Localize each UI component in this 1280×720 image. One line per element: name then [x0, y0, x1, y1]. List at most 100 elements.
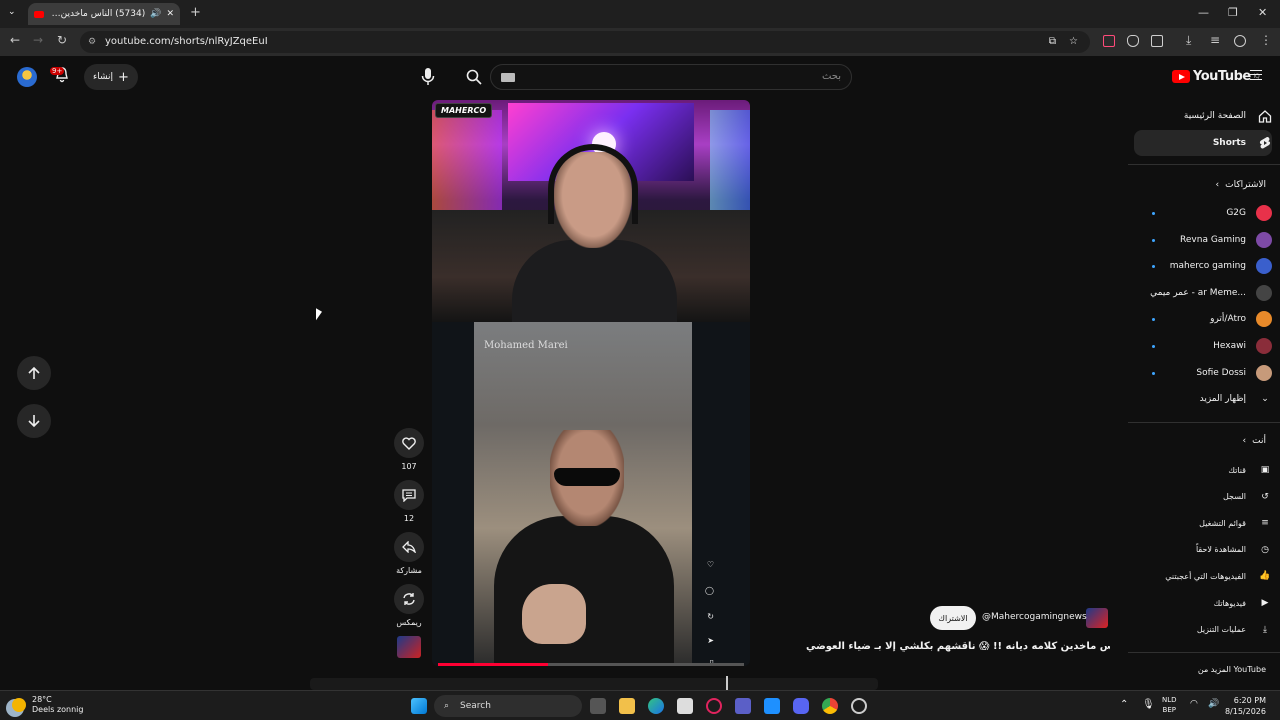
- url-field[interactable]: ⚙ youtube.com/shorts/nlRyJZqeEuI ⧉ ☆: [80, 31, 1090, 53]
- windows-taskbar: 28°C Deels zonnig ⌕ Search ⌃ 🎙 NLD BEP ◠…: [0, 690, 1280, 720]
- embedded-remix-icon: ↻: [707, 612, 714, 621]
- discord-icon[interactable]: [793, 698, 809, 714]
- weather-widget[interactable]: 28°C Deels zonnig: [12, 695, 83, 715]
- channel-label: عمر ميمي - ar Meme...: [1150, 287, 1246, 298]
- share-button[interactable]: مشاركة: [394, 532, 424, 575]
- like-button[interactable]: 107: [394, 428, 424, 471]
- install-icon[interactable]: ⧉: [1049, 31, 1056, 53]
- sidebar-channel-item[interactable]: Revna Gaming: [1134, 229, 1272, 251]
- reload-icon[interactable]: ↻: [57, 33, 67, 47]
- you-header[interactable]: ‹ أنت: [1243, 436, 1266, 446]
- sidebar-you-item[interactable]: قناتك ▣: [1134, 457, 1272, 483]
- next-short-button[interactable]: [17, 404, 51, 438]
- search-button[interactable]: [458, 64, 490, 90]
- sidebar-you-item[interactable]: عمليات التنزيل ⤓: [1134, 617, 1272, 643]
- channel-logo-overlay: MAHERCO: [435, 103, 493, 118]
- edge-icon[interactable]: [648, 698, 664, 714]
- sunglasses: [554, 468, 620, 486]
- sidebar-you-item[interactable]: فيديوهاتك ▶: [1134, 590, 1272, 616]
- windows-start-icon[interactable]: [411, 698, 427, 714]
- wifi-icon[interactable]: ◠: [1190, 699, 1198, 709]
- taskbar-search[interactable]: ⌕ Search: [434, 695, 582, 717]
- app-icon[interactable]: [735, 698, 751, 714]
- more-from-label: المزيد من YouTube: [1197, 665, 1266, 674]
- sidebar-item-home[interactable]: الصفحة الرئيسية: [1134, 103, 1272, 129]
- back-icon[interactable]: ←: [10, 33, 20, 47]
- task-view-icon[interactable]: [590, 698, 606, 714]
- remix-button[interactable]: ريمكس: [394, 584, 424, 627]
- share-icon: [402, 541, 416, 553]
- sidebar-you-item[interactable]: قوائم التشغيل ≡: [1134, 510, 1272, 536]
- forward-icon[interactable]: →: [33, 33, 43, 47]
- sidebar-you-item[interactable]: السجل ↺: [1134, 484, 1272, 510]
- media-icon[interactable]: ≡: [1210, 33, 1220, 47]
- youtube-play-icon: [1172, 70, 1190, 83]
- keyboard-icon[interactable]: [501, 73, 515, 82]
- sidebar-channel-item[interactable]: عمر ميمي - ar Meme...: [1134, 282, 1272, 304]
- language-indicator[interactable]: NLD BEP: [1162, 695, 1177, 715]
- clock[interactable]: 6:20 PM 8/15/2026: [1225, 695, 1266, 717]
- shorts-video-player[interactable]: MAHERCO Mohamed Marei ♡ ◯ ↻ ➤ ▯: [432, 100, 750, 666]
- subscribe-button[interactable]: الاشتراك: [930, 606, 976, 630]
- opera-icon[interactable]: [706, 698, 722, 714]
- store-icon[interactable]: [677, 698, 693, 714]
- app-icon[interactable]: [851, 698, 867, 714]
- video-title[interactable]: الناس ماخدين كلامه ديانه !! 😱 ناقشهم بكل…: [806, 641, 1110, 652]
- sidebar-you-item[interactable]: المشاهدة لاحقاً ◷: [1134, 537, 1272, 563]
- sidebar-item-label: قوائم التشغيل: [1199, 518, 1246, 528]
- new-tab-button[interactable]: +: [190, 5, 201, 20]
- file-explorer-icon[interactable]: [619, 698, 635, 714]
- browser-tab[interactable]: (5734) الناس ماخدين كلامه د 🔊 ✕: [28, 3, 180, 25]
- app-grid-icon[interactable]: [764, 698, 780, 714]
- sidebar-item-shorts[interactable]: Shorts: [1134, 130, 1272, 156]
- restore-button[interactable]: ❐: [1228, 6, 1238, 19]
- tab-search-icon[interactable]: ⌄: [8, 7, 16, 17]
- youtube-favicon-icon: [34, 10, 44, 18]
- comments-button[interactable]: 12: [394, 480, 424, 523]
- search-input[interactable]: بحث: [490, 64, 852, 90]
- tray-mic-icon[interactable]: 🎙: [1142, 699, 1155, 710]
- channel-label: Revna Gaming: [1180, 234, 1246, 245]
- voice-search-icon[interactable]: [420, 66, 436, 88]
- chrome-menu-icon[interactable]: ⋮: [1260, 33, 1272, 47]
- hamburger-menu-icon[interactable]: [1250, 70, 1262, 80]
- site-info-icon[interactable]: ⚙: [88, 31, 96, 53]
- profile-icon[interactable]: [1234, 35, 1246, 47]
- chevron-left-icon: ‹: [1215, 180, 1220, 190]
- bookmark-star-icon[interactable]: ☆: [1069, 31, 1078, 53]
- audio-icon[interactable]: 🔊: [150, 9, 161, 19]
- subscriptions-header[interactable]: ‹ الاشتراكات: [1216, 180, 1266, 190]
- extension-icon[interactable]: [1103, 35, 1115, 47]
- channel-avatar[interactable]: [1086, 608, 1108, 628]
- show-more-button[interactable]: إظهار المزيد ⌄: [1134, 386, 1272, 412]
- embedded-like-icon: ♡: [706, 560, 714, 569]
- embedded-comment-icon: ◯: [705, 586, 714, 595]
- account-avatar[interactable]: [17, 67, 37, 87]
- volume-icon[interactable]: 🔊: [1208, 699, 1219, 709]
- sidebar-channel-item[interactable]: Hexawi: [1134, 335, 1272, 357]
- sidebar-channel-item[interactable]: أترو/Atro: [1134, 308, 1272, 330]
- streamer-body: [512, 240, 677, 330]
- youtube-logo[interactable]: YouTube IQ: [1172, 69, 1260, 84]
- download-icon[interactable]: ⤓: [1186, 33, 1191, 48]
- sidebar-channel-item[interactable]: maherco gaming: [1134, 255, 1272, 277]
- channel-name[interactable]: @Mahercogamingnews: [982, 612, 1087, 622]
- channel-label: Sofie Dossi: [1196, 367, 1246, 378]
- chrome-icon[interactable]: [822, 698, 838, 714]
- create-button[interactable]: إنشاء +: [84, 64, 138, 90]
- remix-icon: [403, 593, 415, 605]
- puzzle-icon[interactable]: [1151, 35, 1163, 47]
- close-window-button[interactable]: ✕: [1258, 6, 1267, 19]
- sidebar-divider: [1128, 164, 1280, 165]
- sound-thumbnail[interactable]: [397, 636, 421, 658]
- previous-short-button[interactable]: [17, 356, 51, 390]
- tray-chevron-up-icon[interactable]: ⌃: [1120, 699, 1128, 710]
- sidebar-channel-item[interactable]: Sofie Dossi: [1134, 362, 1272, 384]
- shield-icon[interactable]: [1127, 35, 1139, 47]
- channel-label: أترو/Atro: [1210, 314, 1246, 325]
- minimize-button[interactable]: —: [1198, 6, 1209, 19]
- sidebar-you-item[interactable]: الفيديوهات التي أعجبتني 👍: [1134, 563, 1272, 589]
- video-progress-bar[interactable]: [438, 663, 744, 666]
- sidebar-channel-item[interactable]: G2G: [1134, 202, 1272, 224]
- tab-close-icon[interactable]: ✕: [166, 9, 174, 19]
